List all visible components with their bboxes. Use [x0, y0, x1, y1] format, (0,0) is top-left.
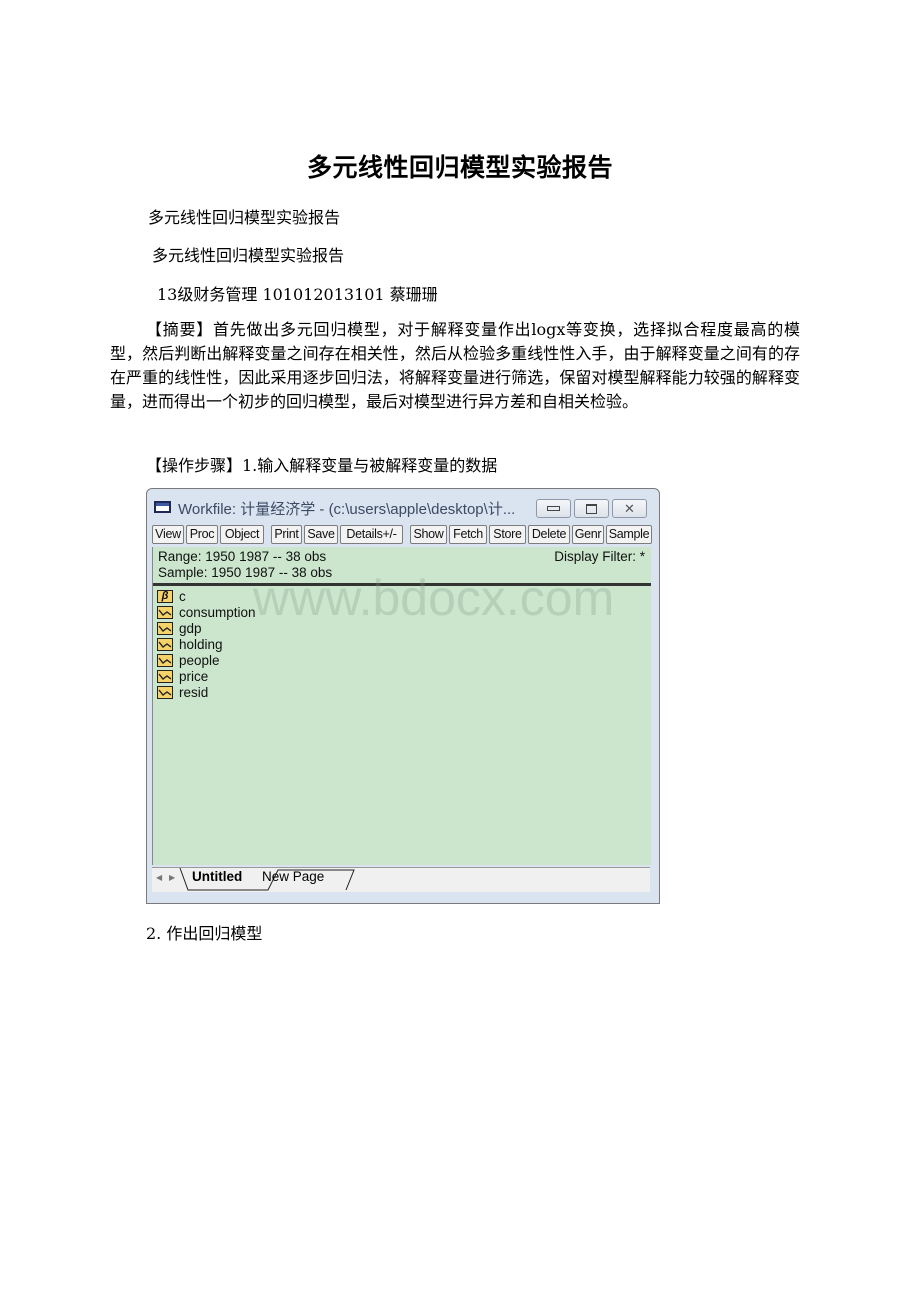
object-name: c: [179, 588, 186, 604]
tab-untitled[interactable]: Untitled: [192, 869, 242, 884]
workfile-window-icon: [154, 501, 171, 513]
abstract-paragraph: 【摘要】首先做出多元回归模型，对于解释变量作出logx等变换，选择拟合程度最高的…: [110, 320, 800, 411]
object-item[interactable]: β c: [157, 588, 186, 604]
series-icon: [157, 621, 173, 635]
display-filter-label[interactable]: Display Filter: *: [554, 549, 645, 564]
maximize-icon: [586, 503, 597, 514]
watermark-text: www.bdocx.com: [253, 570, 615, 626]
step-1-heading: 【操作步骤】1.输入解释变量与被解释变量的数据: [146, 456, 498, 475]
object-name: consumption: [179, 604, 256, 620]
subtitle-1: 多元线性回归模型实验报告: [148, 208, 341, 227]
proc-button[interactable]: Proc: [186, 525, 218, 544]
minimize-button[interactable]: [536, 499, 571, 518]
page-tab-bar: ◀ ▶ Untitled New Page: [152, 867, 650, 892]
eviews-workfile-window: Workfile: 计量经济学 - (c:\users\apple\deskto…: [146, 488, 660, 904]
tab-scroll-left-icon[interactable]: ◀: [156, 873, 162, 882]
object-name: holding: [179, 636, 223, 652]
window-title: Workfile: 计量经济学 - (c:\users\apple\deskto…: [178, 501, 516, 518]
details-toggle-button[interactable]: Details+/-: [340, 525, 403, 544]
object-button[interactable]: Object: [220, 525, 264, 544]
minimize-icon: [547, 506, 560, 511]
step-2-heading: 2. 作出回归模型: [146, 924, 263, 943]
series-icon: [157, 637, 173, 651]
print-button[interactable]: Print: [271, 525, 302, 544]
object-item[interactable]: price: [157, 668, 208, 684]
close-button[interactable]: ✕: [612, 499, 647, 518]
workfile-toolbar: View Proc Object Print Save Details+/- S…: [152, 525, 656, 545]
object-name: people: [179, 652, 220, 668]
series-icon: [157, 669, 173, 683]
view-button[interactable]: View: [152, 525, 184, 544]
store-button[interactable]: Store: [489, 525, 526, 544]
object-item[interactable]: gdp: [157, 620, 202, 636]
tab-scroll-right-icon[interactable]: ▶: [169, 873, 175, 882]
series-icon: [157, 605, 173, 619]
close-icon: ✕: [624, 501, 635, 516]
object-item[interactable]: people: [157, 652, 220, 668]
subtitle-2: 多元线性回归模型实验报告: [152, 246, 345, 265]
range-label: Range: 1950 1987 -- 38 obs: [158, 549, 327, 564]
workfile-object-pane: Range: 1950 1987 -- 38 obs Sample: 1950 …: [152, 547, 651, 865]
genr-button[interactable]: Genr: [572, 525, 604, 544]
object-name: gdp: [179, 620, 202, 636]
fetch-button[interactable]: Fetch: [449, 525, 487, 544]
window-titlebar[interactable]: Workfile: 计量经济学 - (c:\users\apple\deskto…: [147, 489, 659, 521]
coefficient-icon: β: [157, 589, 173, 603]
delete-button[interactable]: Delete: [528, 525, 570, 544]
series-icon: [157, 653, 173, 667]
object-name: resid: [179, 684, 209, 700]
document-title: 多元线性回归模型实验报告: [306, 153, 613, 182]
object-name: price: [179, 668, 209, 684]
object-item[interactable]: resid: [157, 684, 208, 700]
object-item[interactable]: holding: [157, 636, 223, 652]
series-icon: [157, 685, 173, 699]
maximize-button[interactable]: [574, 499, 609, 518]
sample-button[interactable]: Sample: [606, 525, 652, 544]
save-button[interactable]: Save: [304, 525, 338, 544]
tab-new-page[interactable]: New Page: [262, 869, 324, 884]
show-button[interactable]: Show: [410, 525, 447, 544]
author-line: 13级财务管理 101012013101 蔡珊珊: [157, 285, 438, 304]
object-item[interactable]: consumption: [157, 604, 256, 620]
